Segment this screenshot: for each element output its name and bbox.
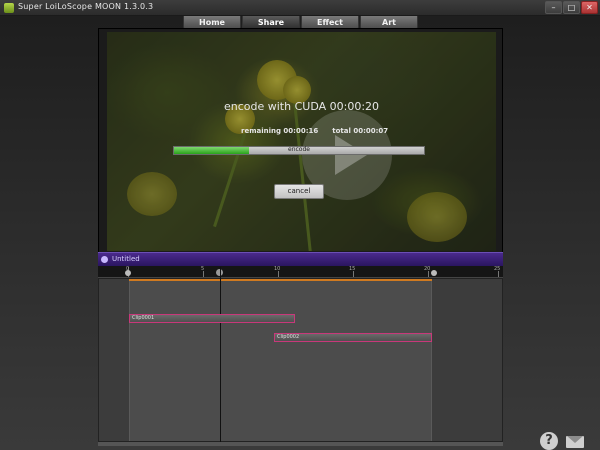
progress-label: encode: [288, 146, 310, 153]
timeline-scrollbar[interactable]: [98, 442, 503, 446]
project-title: Untitled: [112, 255, 140, 263]
play-icon[interactable]: [335, 135, 367, 175]
maximize-button[interactable]: □: [563, 1, 580, 14]
cancel-button[interactable]: cancel: [274, 184, 324, 199]
encode-progress-bar: encode: [173, 146, 425, 155]
range-end-handle[interactable]: [431, 270, 437, 276]
ruler-label: 25: [494, 266, 501, 272]
mail-icon[interactable]: [566, 436, 584, 448]
timeline-clip[interactable]: Clip0002: [274, 333, 432, 342]
total-time: total 00:00:07: [332, 127, 389, 135]
preview-dim-overlay: [107, 32, 496, 251]
ruler-label: 15: [349, 266, 356, 272]
close-button[interactable]: ✕: [581, 1, 598, 14]
ruler-label: 20: [424, 266, 431, 272]
timeline-ruler[interactable]: 0 5 10 15 20 25: [98, 266, 503, 278]
window-controls: – □ ✕: [545, 1, 598, 14]
timeline-tracks[interactable]: Clip0001 Clip0002: [98, 267, 503, 443]
timeline-clip[interactable]: Clip0001: [129, 314, 295, 323]
preview-frame: encode with CUDA 00:00:20 remaining 00:0…: [98, 28, 503, 264]
help-icon[interactable]: ?: [540, 432, 558, 450]
window-titlebar[interactable]: Super LoiLoScope MOON 1.3.0.3 – □ ✕: [0, 0, 600, 16]
encode-times: remaining 00:00:16 total 00:00:07: [241, 127, 388, 135]
playhead-line[interactable]: [220, 267, 221, 443]
remaining-time: remaining 00:00:16: [241, 127, 319, 135]
clip-label: Clip0002: [277, 334, 300, 340]
clip-label: Clip0001: [132, 315, 155, 321]
ruler-label: 10: [274, 266, 281, 272]
work-region: [129, 279, 432, 441]
work-region-bar: [129, 279, 432, 281]
app-main: Home Share Effect Art encode with CUDA 0…: [0, 16, 600, 450]
project-icon: [101, 256, 108, 263]
app-logo-icon: [4, 3, 14, 13]
minimize-button[interactable]: –: [545, 1, 562, 14]
ruler-label: 5: [201, 266, 205, 272]
encode-title: encode with CUDA 00:00:20: [223, 100, 380, 113]
range-start-handle[interactable]: [125, 270, 131, 276]
timeline-header: Untitled: [98, 252, 503, 266]
video-preview[interactable]: encode with CUDA 00:00:20 remaining 00:0…: [107, 32, 496, 251]
window-title: Super LoiLoScope MOON 1.3.0.3: [18, 2, 154, 11]
